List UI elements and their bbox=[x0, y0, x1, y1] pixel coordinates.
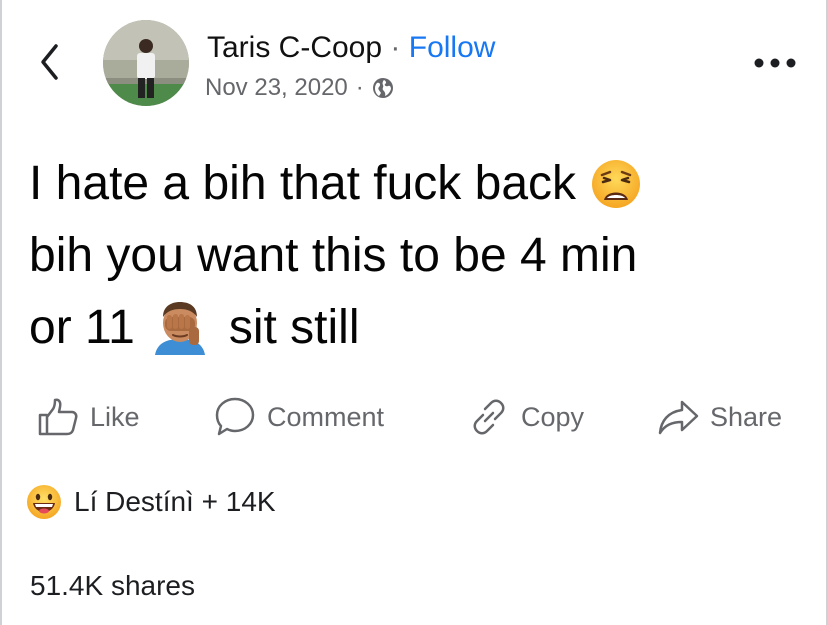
thumbs-up-icon bbox=[38, 398, 78, 436]
weary-face-emoji bbox=[592, 160, 641, 208]
comment-icon bbox=[215, 397, 255, 436]
left-border bbox=[0, 0, 2, 625]
share-label: Share bbox=[710, 401, 783, 432]
grinning-face-emoji bbox=[27, 485, 61, 519]
person-facepalming-emoji bbox=[154, 302, 205, 355]
name-separator: · bbox=[390, 31, 401, 64]
like-label: Like bbox=[90, 401, 140, 432]
globe-icon bbox=[372, 78, 393, 98]
comment-label: Comment bbox=[267, 401, 385, 432]
author-avatar[interactable] bbox=[103, 20, 189, 106]
author-line: Taris C-Coop · Follow bbox=[207, 30, 495, 66]
copy-button[interactable]: Copy bbox=[467, 395, 584, 439]
more-options-button[interactable] bbox=[752, 50, 798, 76]
copy-label: Copy bbox=[521, 401, 585, 432]
post-body: I hate a bih that fuck back bih you want… bbox=[29, 148, 809, 364]
post-meta: Nov 23, 2020 · bbox=[205, 74, 394, 102]
post-line-3: or 11 sit still bbox=[29, 292, 809, 364]
reactions-text: Lí Destínì + 14K bbox=[74, 486, 276, 517]
post-text-line-3-start: or 11 bbox=[29, 301, 135, 354]
shares-count[interactable]: 51.4K shares bbox=[30, 570, 195, 602]
share-arrow-icon bbox=[658, 400, 699, 435]
post-text-line-3-end: sit still bbox=[228, 301, 360, 354]
reactions-summary[interactable]: Lí Destínì + 14K bbox=[26, 484, 276, 520]
post-text-line-1: I hate a bih that fuck back bbox=[29, 157, 577, 210]
post-date[interactable]: Nov 23, 2020 bbox=[205, 74, 348, 102]
more-dots-icon bbox=[754, 58, 796, 68]
link-icon bbox=[473, 399, 505, 435]
post-line-2: bih you want this to be 4 min bbox=[29, 220, 809, 292]
action-bar: Like Comment Copy Share bbox=[0, 395, 828, 445]
comment-button[interactable]: Comment bbox=[213, 395, 384, 439]
avatar-photo bbox=[103, 20, 189, 106]
follow-button[interactable]: Follow bbox=[409, 31, 496, 64]
post-text-line-2: bih you want this to be 4 min bbox=[29, 229, 638, 282]
share-button[interactable]: Share bbox=[656, 395, 782, 439]
meta-separator: · bbox=[355, 74, 364, 101]
chevron-left-icon bbox=[41, 44, 58, 80]
back-button[interactable] bbox=[34, 40, 68, 84]
post-line-1: I hate a bih that fuck back bbox=[29, 148, 809, 220]
like-button[interactable]: Like bbox=[36, 395, 140, 439]
author-name[interactable]: Taris C-Coop bbox=[207, 31, 382, 64]
